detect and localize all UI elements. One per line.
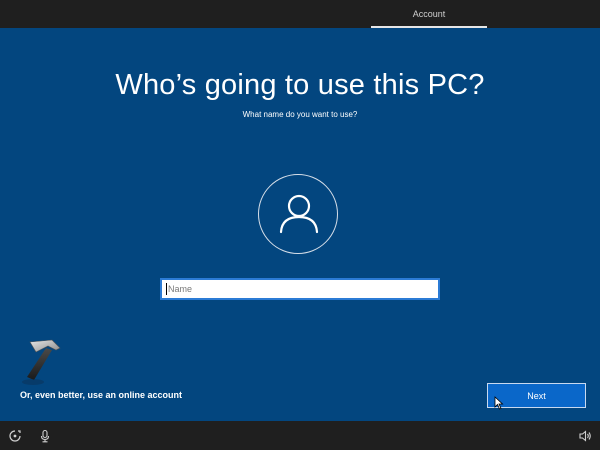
text-caret [166,283,167,295]
tab-account[interactable]: Account [371,0,487,28]
hammer-icon [16,336,76,388]
microphone-icon[interactable] [38,429,52,443]
page-title: Who’s going to use this PC? [0,69,600,102]
name-input[interactable] [160,278,440,300]
avatar [258,174,338,254]
volume-icon[interactable] [578,429,592,443]
mouse-cursor-icon [494,396,504,410]
page-subtitle: What name do you want to use? [0,110,600,119]
top-bar: Account [0,0,600,28]
oobe-page: Who’s going to use this PC? What name do… [0,28,600,421]
person-icon [259,175,339,255]
ease-of-access-icon[interactable] [8,429,22,443]
online-account-link[interactable]: Or, even better, use an online account [20,390,182,400]
bottom-bar [0,421,600,450]
